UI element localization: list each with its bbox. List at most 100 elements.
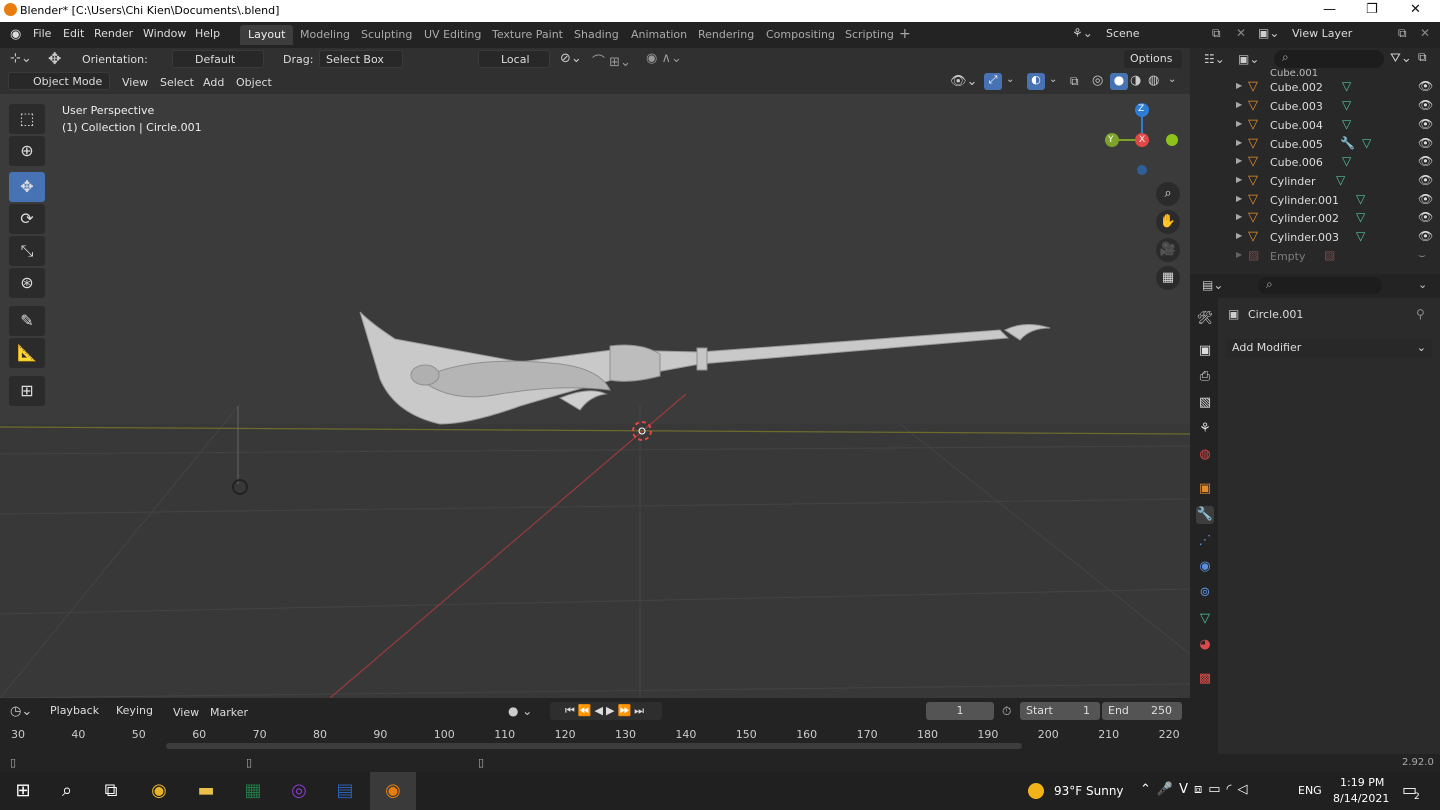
tab-layout[interactable]: Layout bbox=[240, 25, 294, 45]
rendered-shading-icon[interactable]: ◍ bbox=[1148, 73, 1159, 88]
eye-icon[interactable]: 👁 bbox=[1418, 154, 1433, 168]
expand-icon[interactable]: ▶ bbox=[1236, 81, 1242, 90]
close-button[interactable]: ✕ bbox=[1410, 2, 1421, 17]
tab-scripting[interactable]: Scripting bbox=[837, 25, 902, 45]
move-tool[interactable]: ✥ bbox=[9, 172, 45, 202]
maximize-button[interactable]: ❐ bbox=[1366, 2, 1378, 17]
tab-sculpting[interactable]: Sculpting bbox=[353, 25, 420, 45]
weather-label[interactable]: 93°F Sunny bbox=[1054, 784, 1124, 798]
constraints-tab-icon[interactable]: ⊚ bbox=[1196, 584, 1214, 602]
outliner-row[interactable]: ▶ ▽ Cylinder ▽ 👁 bbox=[1190, 172, 1440, 191]
delete-scene-icon[interactable]: ✕ bbox=[1236, 26, 1246, 40]
cursor-tool[interactable]: ⊕ bbox=[9, 136, 45, 166]
3d-viewport[interactable]: Z Y X User Perspective (1) Collection | … bbox=[0, 94, 1190, 698]
tab-shading[interactable]: Shading bbox=[566, 25, 627, 45]
outliner-row[interactable]: ▶ ▽ Cube.002 ▽ 👁 bbox=[1190, 78, 1440, 97]
overlay-toggle-icon[interactable]: ◐ bbox=[1027, 73, 1045, 90]
outliner-row[interactable]: ▶ ▽ Cube.004 ▽ 👁 bbox=[1190, 116, 1440, 135]
scene-icon[interactable]: ⚘⌄ bbox=[1072, 26, 1093, 40]
properties-options-icon[interactable]: ⌄ bbox=[1418, 278, 1427, 291]
new-scene-icon[interactable]: ⧉ bbox=[1212, 26, 1221, 41]
snap-icon[interactable]: ⌒ ⊞⌄ bbox=[592, 51, 631, 70]
visibility-icon[interactable]: 👁⌄ bbox=[950, 74, 977, 89]
timeline-editor-type-icon[interactable]: ◷⌄ bbox=[10, 704, 32, 719]
tab-texture-paint[interactable]: Texture Paint bbox=[484, 25, 571, 45]
properties-editor-type-icon[interactable]: ▤⌄ bbox=[1202, 278, 1223, 292]
tool-tab-icon[interactable]: 🛠 bbox=[1196, 310, 1214, 328]
new-view-layer-icon[interactable]: ⧉ bbox=[1398, 26, 1407, 41]
tray-icons[interactable]: ⌃🎤V⧈▭◜◁ bbox=[1140, 782, 1254, 797]
view-layer-field[interactable]: View Layer bbox=[1286, 25, 1390, 43]
menu-help[interactable]: Help bbox=[195, 27, 220, 40]
world-tab-icon[interactable]: ◍ bbox=[1196, 446, 1214, 464]
expand-icon[interactable]: ▶ bbox=[1236, 194, 1242, 203]
overlay-dropdown-icon[interactable]: ⌄ bbox=[1049, 74, 1057, 85]
clock-date[interactable]: 8/14/2021 bbox=[1333, 792, 1389, 805]
proportional-edit-icon[interactable]: ◉ ∧⌄ bbox=[646, 51, 682, 66]
current-frame-field[interactable]: 1 bbox=[926, 702, 994, 720]
timeline-view-menu[interactable]: View bbox=[173, 706, 199, 719]
material-tab-icon[interactable]: ◕ bbox=[1196, 636, 1214, 654]
output-tab-icon[interactable]: ⎙ bbox=[1196, 368, 1214, 386]
eye-icon[interactable]: 👁 bbox=[1418, 192, 1433, 206]
add-workspace-icon[interactable]: + bbox=[899, 26, 911, 42]
eye-icon[interactable]: 👁 bbox=[1418, 136, 1433, 150]
menu-object[interactable]: Object bbox=[236, 76, 272, 89]
outliner-row[interactable]: ▶ ▽ Cube.006 ▽ 👁 bbox=[1190, 153, 1440, 172]
eye-icon[interactable]: 👁 bbox=[1418, 79, 1433, 93]
marker-menu[interactable]: Marker bbox=[210, 706, 248, 719]
end-frame-field[interactable]: End 250 bbox=[1102, 702, 1182, 720]
outliner-row[interactable]: ▶ ▽ Cube.005 🔧 ▽ 👁 bbox=[1190, 135, 1440, 154]
record-icon[interactable]: ● ⌄ bbox=[508, 704, 532, 718]
glaive-model[interactable] bbox=[359, 311, 1051, 425]
orientation-dropdown[interactable]: Default bbox=[172, 50, 264, 68]
ortho-grid-icon[interactable]: ▦ bbox=[1156, 266, 1180, 290]
tab-animation[interactable]: Animation bbox=[623, 25, 695, 45]
solid-shading-icon[interactable]: ● bbox=[1110, 73, 1128, 90]
pivot-point-icon[interactable]: ⊘⌄ bbox=[560, 51, 582, 66]
outliner-editor-type-icon[interactable]: ☷⌄ bbox=[1204, 52, 1225, 66]
outliner-search-input[interactable]: ⌕ bbox=[1274, 50, 1384, 68]
options-dropdown[interactable]: Options bbox=[1124, 50, 1182, 68]
new-collection-icon[interactable]: ⧉ bbox=[1418, 50, 1427, 65]
task-view-icon[interactable]: ⧉ bbox=[88, 772, 134, 810]
eye-icon[interactable]: 👁 bbox=[1418, 117, 1433, 131]
modifier-tab-icon[interactable]: 🔧 bbox=[1196, 506, 1214, 524]
select-box-tool[interactable]: ⬚ bbox=[9, 104, 45, 134]
pin-icon[interactable]: ⚲ bbox=[1416, 307, 1425, 321]
pan-hand-icon[interactable]: ✋ bbox=[1156, 210, 1180, 234]
menu-select[interactable]: Select bbox=[160, 76, 194, 89]
outliner-row[interactable]: ▶ ▽ Cylinder.001 ▽ 👁 bbox=[1190, 191, 1440, 210]
outliner-row[interactable]: ▶ ▽ Cylinder.003 ▽ 👁 bbox=[1190, 228, 1440, 247]
add-modifier-dropdown[interactable]: Add Modifier ⌄ bbox=[1226, 339, 1432, 358]
playback-menu[interactable]: Playback bbox=[44, 702, 110, 720]
transform-orientation-dropdown[interactable]: Local bbox=[478, 50, 550, 68]
frame-ruler[interactable]: 30 40 50 60 70 80 90 100 110 120 130 140 150 160 170 18… bbox=[0, 726, 1190, 742]
properties-search-input[interactable]: ⌕ bbox=[1258, 277, 1382, 294]
timeline-scrollbar[interactable] bbox=[166, 743, 1022, 749]
tab-compositing[interactable]: Compositing bbox=[758, 25, 843, 45]
transform-tool[interactable]: ⊛ bbox=[9, 268, 45, 298]
scene-tab-icon[interactable]: ⚘ bbox=[1196, 420, 1214, 438]
eye-icon[interactable]: ⌣ bbox=[1418, 248, 1426, 263]
tab-modeling[interactable]: Modeling bbox=[292, 25, 358, 45]
expand-icon[interactable]: ▶ bbox=[1236, 212, 1242, 221]
filter-icon[interactable]: ⛛⌄ bbox=[1390, 51, 1412, 66]
mesh-data-tab-icon[interactable]: ▽ bbox=[1196, 610, 1214, 628]
menu-add[interactable]: Add bbox=[203, 76, 224, 89]
expand-icon[interactable]: ▶ bbox=[1236, 175, 1242, 184]
xray-icon[interactable]: ⧉ bbox=[1070, 74, 1079, 89]
expand-icon[interactable]: ▶ bbox=[1236, 231, 1242, 240]
delete-view-layer-icon[interactable]: ✕ bbox=[1420, 26, 1430, 40]
rotate-tool[interactable]: ⟳ bbox=[9, 204, 45, 234]
menu-view[interactable]: View bbox=[122, 76, 148, 89]
editor-type-icon[interactable]: ⊹⌄ bbox=[10, 51, 32, 66]
shading-dropdown-icon[interactable]: ⌄ bbox=[1168, 74, 1176, 85]
display-mode-icon[interactable]: ▣⌄ bbox=[1238, 52, 1259, 66]
view-layer-icon[interactable]: ▣⌄ bbox=[1258, 26, 1279, 40]
expand-icon[interactable]: ▶ bbox=[1236, 119, 1242, 128]
gizmo-dropdown-icon[interactable]: ⌄ bbox=[1006, 74, 1014, 85]
expand-icon[interactable]: ▶ bbox=[1236, 156, 1242, 165]
podcast-app-icon[interactable]: ◎ bbox=[276, 772, 322, 810]
annotate-tool[interactable]: ✎ bbox=[9, 306, 45, 336]
